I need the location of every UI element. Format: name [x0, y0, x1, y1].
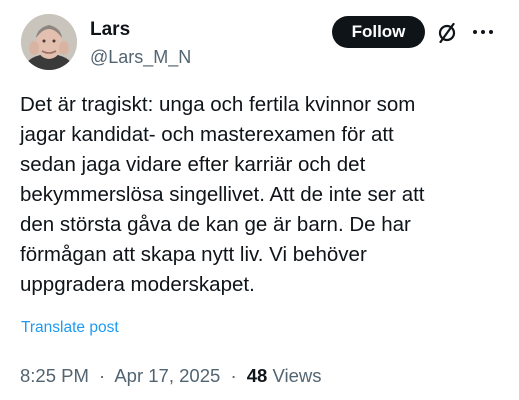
user-handle[interactable]: @Lars_M_N [90, 45, 191, 69]
meta-separator: · [230, 365, 237, 386]
post-text-line: sedan jaga vidare efter karriär och det [20, 153, 366, 176]
views-label: Views [272, 365, 322, 386]
post-text-line: förmågan att skapa nytt liv. Vi behöver [20, 243, 367, 266]
post-text-line: uppgradera moderskapet. [20, 273, 255, 296]
post-text-line: bekymmerslösa singellivet. Att de inte s… [20, 183, 425, 206]
views-count[interactable]: 48 [247, 365, 268, 386]
translate-post-link[interactable]: Translate post [21, 318, 119, 338]
slashed-circle-icon[interactable] [436, 21, 458, 43]
meta-separator: · [99, 365, 106, 386]
post-card: Lars @Lars_M_N Follow Det är tragiskt: u… [0, 0, 519, 400]
post-meta: 8:25 PM · Apr 17, 2025 · 48 Views [20, 364, 321, 388]
post-text-line: Det är tragiskt: unga och fertila kvinno… [20, 93, 416, 116]
post-text-line: jagar kandidat- och masterexamen för att [20, 123, 394, 146]
avatar[interactable] [21, 14, 77, 70]
post-date[interactable]: Apr 17, 2025 [114, 365, 220, 386]
author-info: Lars @Lars_M_N [90, 18, 191, 69]
ellipsis-icon[interactable] [471, 22, 495, 42]
post-text-line: den största gåva de kan ge är barn. De h… [20, 213, 411, 236]
avatar-image [21, 14, 77, 70]
follow-button[interactable]: Follow [332, 16, 425, 48]
display-name[interactable]: Lars [90, 18, 191, 42]
post-time[interactable]: 8:25 PM [20, 365, 89, 386]
post-text: Det är tragiskt: unga och fertila kvinno… [20, 90, 510, 300]
